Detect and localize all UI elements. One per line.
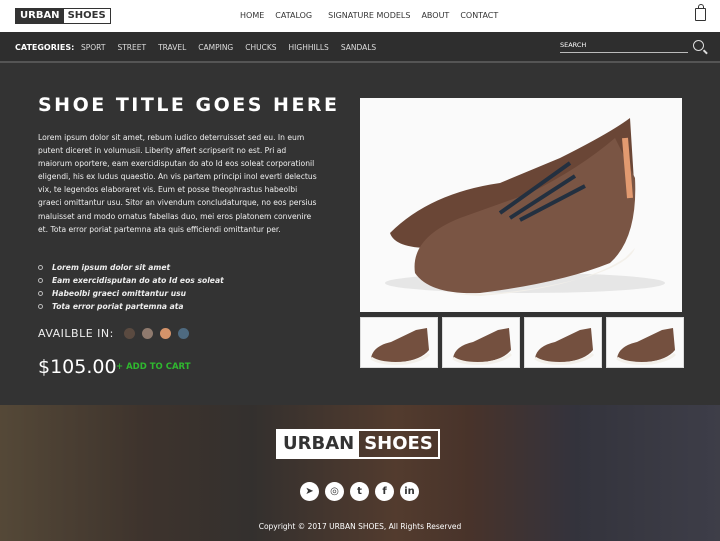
bullet-icon	[38, 278, 43, 284]
bullet-text: Lorem ipsum dolor sit amet	[52, 263, 171, 272]
footer-logo-shoes: SHOES	[364, 433, 433, 454]
thumbnail-gallery	[360, 317, 684, 368]
social-links: ➤ ◎ t f in	[300, 482, 419, 501]
shoe-image	[385, 118, 665, 296]
footer-background-image	[0, 405, 720, 541]
nav-contact[interactable]: CONTACT	[460, 11, 498, 20]
categories-label: CATEGORIES:	[15, 43, 75, 52]
category-sport[interactable]: SPORT	[81, 43, 105, 52]
bullet-icon	[38, 304, 43, 310]
search-icon[interactable]	[693, 40, 704, 51]
nav-home[interactable]: HOME	[240, 11, 264, 20]
thumbnail-4[interactable]	[606, 317, 684, 368]
category-bar: CATEGORIES: SPORT STREET TRAVEL CAMPING …	[0, 32, 720, 63]
bullet-text: Habeolbi graeci omittantur usu	[52, 289, 187, 299]
product-main-image	[360, 98, 682, 312]
list-item: Habeolbi graeci omittantur usu	[38, 287, 224, 300]
main-nav: HOME CATALOG SIGNATURE MODELS ABOUT CONT…	[240, 11, 498, 20]
category-highhills[interactable]: HIGHHILLS	[289, 43, 329, 52]
bullet-text: Tota error poriat partemna ata	[52, 302, 184, 312]
instagram-icon[interactable]: ◎	[325, 482, 344, 501]
nav-about[interactable]: ABOUT	[421, 11, 449, 20]
logo-urban: URBAN	[16, 9, 64, 23]
nav-signature-models[interactable]: SIGNATURE MODELS	[328, 11, 410, 20]
shopping-bag-icon[interactable]	[695, 4, 706, 21]
product-section: SHOE TITLE GOES HERE Lorem ipsum dolor s…	[0, 63, 720, 405]
telegram-icon[interactable]: ➤	[300, 482, 319, 501]
bullet-text: Eam exercidisputan do ato Id eos soleat	[52, 276, 224, 286]
footer: URBAN SHOES ➤ ◎ t f in Copyright © 2017 U…	[0, 405, 720, 541]
product-description: Lorem ipsum dolor sit amet, rebum iudico…	[38, 133, 317, 234]
bullet-icon	[38, 265, 43, 271]
facebook-icon[interactable]: f	[375, 482, 394, 501]
color-options: AVAILBLE IN:	[38, 327, 189, 340]
linkedin-icon[interactable]: in	[400, 482, 419, 501]
footer-logo-urban: URBAN	[278, 431, 360, 457]
logo[interactable]: URBAN SHOES	[15, 8, 111, 24]
shoe-thumbnail-image	[370, 328, 431, 365]
shoe-thumbnail-image	[452, 328, 513, 365]
color-swatch-blue[interactable]	[177, 328, 189, 339]
list-item: Lorem ipsum dolor sit amet	[38, 261, 224, 274]
footer-logo: URBAN SHOES	[276, 429, 440, 459]
add-to-cart-button[interactable]: + ADD TO CART	[116, 362, 191, 372]
nav-catalog[interactable]: CATALOG	[275, 11, 312, 20]
category-sandals[interactable]: SANDALS	[341, 43, 376, 52]
product-title: SHOE TITLE GOES HERE	[38, 94, 340, 116]
thumbnail-3[interactable]	[524, 317, 602, 368]
price: $105.00	[38, 356, 117, 378]
thumbnail-2[interactable]	[442, 317, 520, 368]
category-street[interactable]: STREET	[117, 43, 146, 52]
top-bar: URBAN SHOES HOME CATALOG SIGNATURE MODELS…	[0, 0, 720, 32]
category-chucks[interactable]: CHUCKS	[245, 43, 276, 52]
list-item: Tota error poriat partemna ata	[38, 300, 224, 313]
shoe-thumbnail-image	[616, 328, 677, 365]
category-travel[interactable]: TRAVEL	[158, 43, 186, 52]
search-input[interactable]: SEARCH	[560, 41, 688, 53]
feature-list: Lorem ipsum dolor sit amet Eam exercidis…	[38, 261, 224, 313]
color-swatch-tan[interactable]	[159, 328, 171, 339]
color-swatch-dark-brown[interactable]	[123, 328, 135, 339]
shoe-thumbnail-image	[534, 328, 595, 365]
list-item: Eam exercidisputan do ato Id eos soleat	[38, 274, 224, 287]
color-swatch-taupe[interactable]	[141, 328, 153, 339]
thumbnail-1[interactable]	[360, 317, 438, 368]
bullet-icon	[38, 291, 43, 297]
logo-shoes: SHOES	[67, 10, 106, 21]
copyright: Copyright © 2017 URBAN SHOES, All Rights…	[258, 522, 462, 531]
twitter-icon[interactable]: t	[350, 482, 369, 501]
category-camping[interactable]: CAMPING	[198, 43, 233, 52]
available-label: AVAILBLE IN:	[38, 327, 114, 340]
